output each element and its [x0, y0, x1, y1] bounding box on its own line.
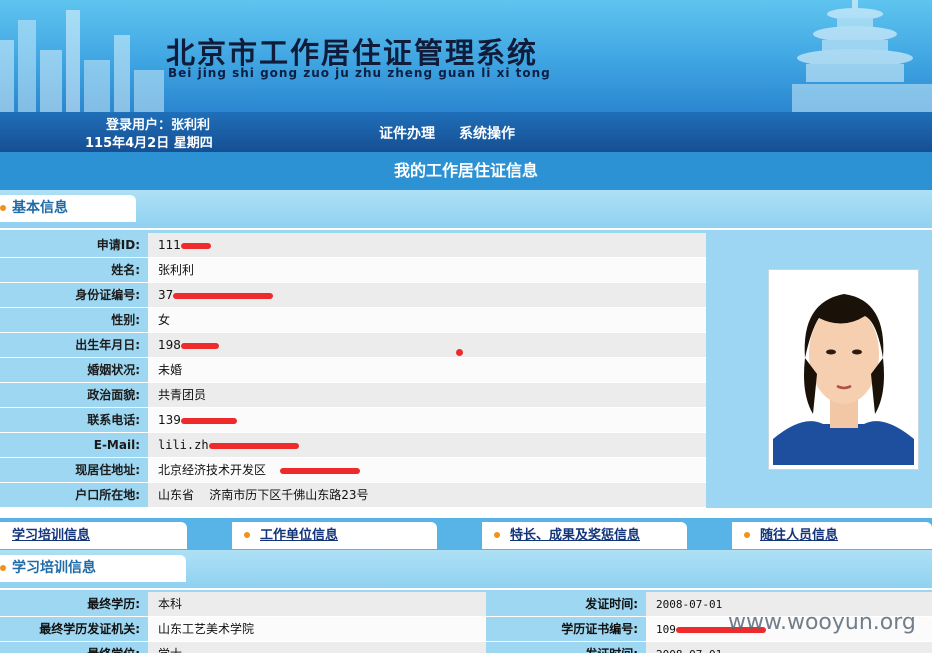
- system-header: 北京市工作居住证管理系统 Bei jing shi gong zuo ju zh…: [0, 0, 932, 112]
- field-label: E-Mail:: [0, 433, 148, 458]
- basic-section-band: 基本信息: [0, 190, 932, 230]
- bullet-icon: [744, 532, 750, 538]
- id-photo-frame: [768, 269, 919, 470]
- field-label: 最终学位:: [0, 642, 148, 653]
- field-value: 张利利: [148, 258, 706, 283]
- basic-section-title: 基本信息: [12, 200, 68, 216]
- bullet-icon: [0, 565, 6, 571]
- info-row-email: E-Mail: lili.zh: [0, 433, 706, 458]
- redaction-mark: [180, 417, 237, 424]
- field-value: 山东省 济南市历下区千佛山东路23号: [148, 483, 706, 508]
- id-photo: [773, 274, 914, 465]
- field-value: 北京经济技术开发区: [148, 458, 706, 483]
- field-value: 山东工艺美术学院: [148, 617, 486, 642]
- menu-item-certificate[interactable]: 证件办理: [379, 123, 435, 143]
- watermark: www.wooyun.org: [728, 610, 916, 635]
- field-label: 发证时间:: [486, 642, 646, 653]
- field-value: 2008-07-01: [646, 642, 932, 653]
- field-label: 联系电话:: [0, 408, 148, 433]
- info-row-phone: 联系电话: 139: [0, 408, 706, 433]
- field-label: 政治面貌:: [0, 383, 148, 408]
- system-subtitle: Bei jing shi gong zuo ju zhu zheng guan …: [168, 66, 551, 80]
- page-title: 我的工作居住证信息: [0, 152, 932, 190]
- info-row-application-id: 申请ID: 111: [0, 233, 706, 258]
- bullet-icon: [244, 532, 250, 538]
- redaction-mark: [280, 467, 361, 474]
- study-row-issuer: 最终学历发证机关: 山东工艺美术学院: [0, 617, 486, 642]
- redaction-mark: [208, 442, 299, 449]
- info-row-gender: 性别: 女: [0, 308, 706, 333]
- info-row-address: 现居住地址: 北京经济技术开发区: [0, 458, 706, 483]
- field-value: 198: [148, 333, 706, 358]
- bullet-icon: [0, 205, 6, 211]
- info-row-hukou: 户口所在地: 山东省 济南市历下区千佛山东路23号: [0, 483, 706, 508]
- field-value: lili.zh: [148, 433, 706, 458]
- field-value: 37: [148, 283, 706, 308]
- study-section-tab: 学习培训信息: [0, 555, 186, 582]
- tab-employer-link[interactable]: 工作单位信息: [260, 528, 338, 543]
- red-dot-mark: [456, 349, 463, 356]
- field-value: 女: [148, 308, 706, 333]
- info-row-marital: 婚姻状况: 未婚: [0, 358, 706, 383]
- field-label: 性别:: [0, 308, 148, 333]
- field-label: 身份证编号:: [0, 283, 148, 308]
- info-row-id-number: 身份证编号: 37: [0, 283, 706, 308]
- field-value: 139: [148, 408, 706, 433]
- field-label: 出生年月日:: [0, 333, 148, 358]
- field-value: 学士: [148, 642, 486, 653]
- tab-study-link[interactable]: 学习培训信息: [12, 528, 90, 543]
- field-value: 111: [148, 233, 706, 258]
- field-label: 申请ID:: [0, 233, 148, 258]
- field-label: 发证时间:: [486, 592, 646, 617]
- tab-dependents-link[interactable]: 随往人员信息: [760, 528, 838, 543]
- redaction-mark: [180, 342, 219, 349]
- login-user: 登录用户：张利利: [106, 118, 211, 133]
- study-row-academic-degree: 最终学位: 学士: [0, 642, 486, 653]
- tab-achievements[interactable]: 特长、成果及奖惩信息: [482, 522, 687, 549]
- study-row-degree: 最终学历: 本科: [0, 592, 486, 617]
- field-label: 现居住地址:: [0, 458, 148, 483]
- field-label: 婚姻状况:: [0, 358, 148, 383]
- tab-achievements-link[interactable]: 特长、成果及奖惩信息: [510, 528, 640, 543]
- portrait-illustration: [773, 274, 914, 465]
- field-value: 未婚: [148, 358, 706, 383]
- tab-study[interactable]: 学习培训信息: [0, 522, 187, 549]
- field-label: 学历证书编号:: [486, 617, 646, 642]
- tab-employer[interactable]: 工作单位信息: [232, 522, 437, 549]
- redaction-mark: [180, 242, 211, 249]
- info-row-name: 姓名: 张利利: [0, 258, 706, 283]
- basic-section-tab: 基本信息: [0, 195, 136, 222]
- field-label: 最终学历发证机关:: [0, 617, 148, 642]
- info-row-birthdate: 出生年月日: 198: [0, 333, 706, 358]
- field-value: 共青团员: [148, 383, 706, 408]
- current-date: 115年4月2日 星期四: [85, 136, 213, 151]
- study-section-title: 学习培训信息: [12, 560, 96, 576]
- tab-dependents[interactable]: 随往人员信息: [732, 522, 932, 549]
- field-value: 本科: [148, 592, 486, 617]
- redaction-mark: [173, 292, 274, 299]
- city-skyline-graphic: [0, 10, 164, 112]
- field-label: 姓名:: [0, 258, 148, 283]
- study-row-issue-date-2: 发证时间: 2008-07-01: [486, 642, 932, 653]
- temple-of-heaven-graphic: [792, 0, 932, 112]
- menu-item-system[interactable]: 系统操作: [459, 123, 515, 143]
- nav-bar: 登录用户：张利利 115年4月2日 星期四 证件办理 系统操作: [0, 112, 932, 152]
- bullet-icon: [494, 532, 500, 538]
- field-label: 户口所在地:: [0, 483, 148, 508]
- info-row-political: 政治面貌: 共青团员: [0, 383, 706, 408]
- study-section-band: 学习培训信息: [0, 550, 932, 590]
- field-label: 最终学历:: [0, 592, 148, 617]
